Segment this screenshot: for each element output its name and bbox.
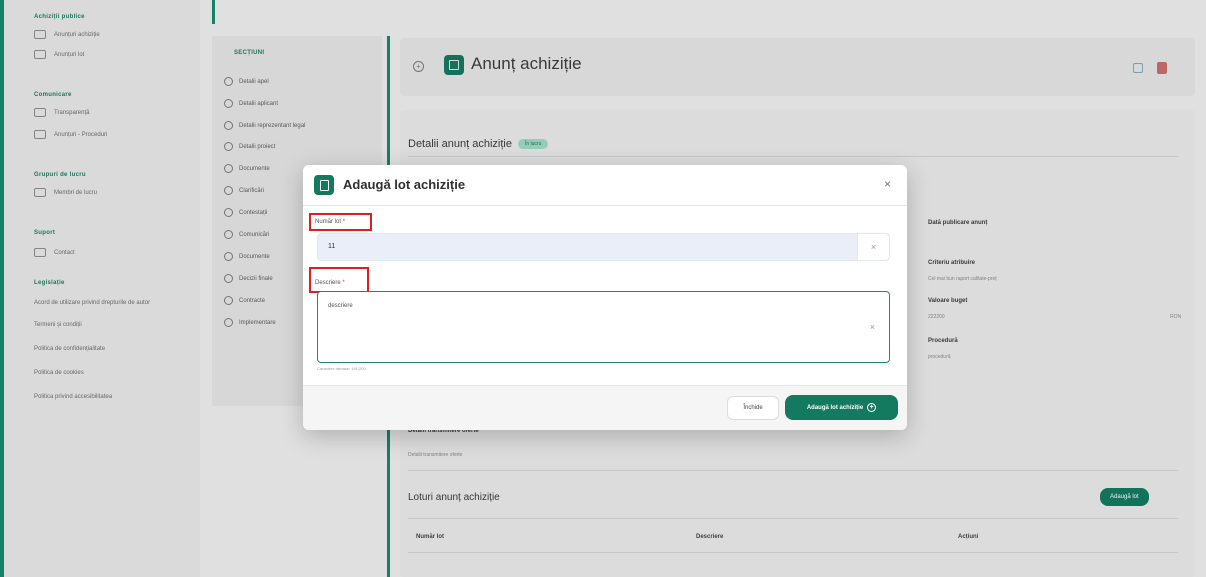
submit-add-lot-button[interactable]: Adaugă lot achiziție + [785, 395, 898, 420]
clear-icon[interactable]: × [870, 322, 875, 332]
required-mark: * [342, 219, 346, 225]
char-counter: Caractere rămase: 191/200 [317, 366, 366, 371]
required-mark: * [342, 280, 345, 286]
modal-title: Adaugă lot achiziție [343, 177, 466, 192]
lot-number-input[interactable]: 11 × [317, 233, 890, 261]
plus-circle-icon: + [867, 403, 877, 412]
divider [303, 205, 907, 206]
cancel-button[interactable]: Închide [727, 396, 779, 420]
add-lot-modal: Adaugă lot achiziție × Număr lot * 11 × … [303, 165, 907, 430]
description-label: Descriere * [315, 280, 345, 286]
description-value: descriere [328, 303, 353, 309]
modal-footer: Închide Adaugă lot achiziție + [303, 385, 907, 430]
lot-number-label: Număr lot * [315, 219, 346, 225]
description-textarea[interactable]: descriere × [317, 291, 890, 363]
lot-icon [314, 175, 334, 195]
clear-icon[interactable]: × [857, 234, 889, 260]
close-icon[interactable]: × [884, 177, 891, 191]
lot-number-value: 11 [328, 243, 336, 250]
